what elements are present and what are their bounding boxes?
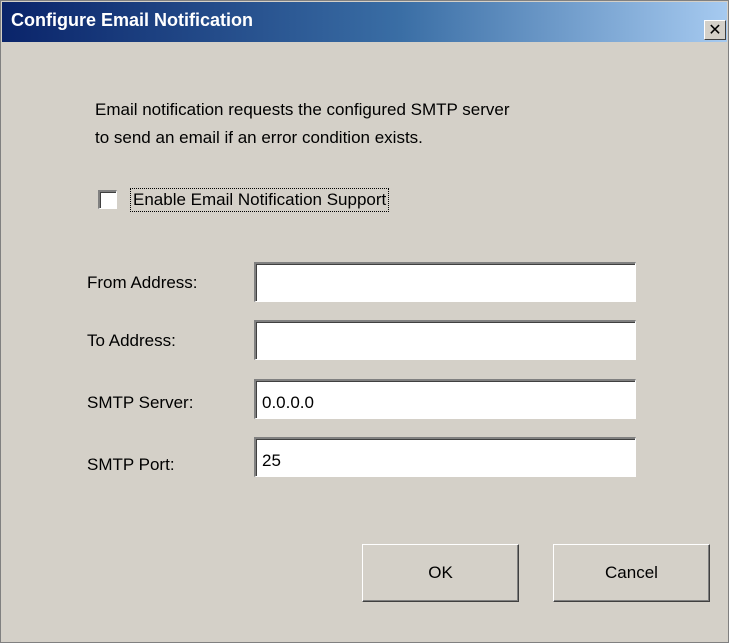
from-address-input[interactable] <box>254 262 636 302</box>
description-text: Email notification requests the configur… <box>95 100 510 147</box>
close-button[interactable]: ✕ <box>704 20 726 40</box>
smtp-port-input[interactable] <box>254 437 636 477</box>
configure-email-dialog: Configure Email Notification ✕ Email not… <box>0 0 729 643</box>
to-address-input[interactable] <box>254 320 636 360</box>
smtp-server-input[interactable] <box>254 379 636 419</box>
cancel-button[interactable]: Cancel <box>553 544 710 602</box>
from-address-label: From Address: <box>87 273 198 292</box>
smtp-port-label: SMTP Port: <box>87 455 175 474</box>
enable-email-notification-checkbox[interactable] <box>98 190 117 209</box>
title-bar[interactable]: Configure Email Notification ✕ <box>2 2 727 42</box>
ok-button[interactable]: OK <box>362 544 519 602</box>
smtp-server-label: SMTP Server: <box>87 393 194 412</box>
to-address-label: To Address: <box>87 331 176 350</box>
close-icon: ✕ <box>708 20 722 39</box>
dialog-title: Configure Email Notification <box>11 10 254 30</box>
enable-email-notification-label[interactable]: Enable Email Notification Support <box>130 188 390 212</box>
